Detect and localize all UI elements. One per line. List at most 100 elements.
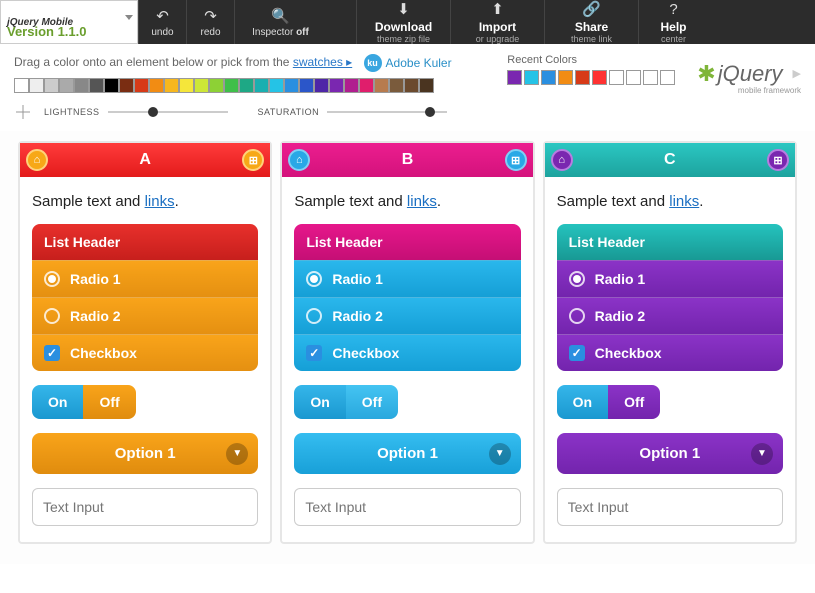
recent-swatch[interactable]: [575, 70, 590, 85]
version-selector[interactable]: jQuery Mobile Version 1.1.0: [0, 0, 138, 44]
list-header: List Header: [294, 224, 520, 260]
kuler-label: Adobe Kuler: [386, 56, 452, 70]
toggle-off[interactable]: Off: [83, 385, 135, 419]
hint-text: Drag a color onto an element below or pi…: [14, 54, 487, 72]
recent-swatch[interactable]: [592, 70, 607, 85]
checkbox-row[interactable]: ✓Checkbox: [557, 334, 783, 371]
swatch[interactable]: [254, 78, 269, 93]
swatch[interactable]: [44, 78, 59, 93]
slider-knob[interactable]: [148, 107, 158, 117]
share-button[interactable]: 🔗Sharetheme link: [544, 0, 638, 44]
recent-swatch[interactable]: [660, 70, 675, 85]
swatch[interactable]: [239, 78, 254, 93]
redo-label: redo: [200, 27, 220, 38]
swatch[interactable]: [59, 78, 74, 93]
radio-row-1[interactable]: Radio 1: [32, 260, 258, 297]
swatch[interactable]: [209, 78, 224, 93]
theme-header: ⌂C⊞: [545, 143, 795, 177]
swatch[interactable]: [404, 78, 419, 93]
sample-link[interactable]: links: [669, 193, 699, 210]
toggle[interactable]: OnOff: [557, 385, 661, 419]
swatch[interactable]: [419, 78, 434, 93]
radio-row-2[interactable]: Radio 2: [294, 297, 520, 334]
redo-button[interactable]: ↷redo: [186, 0, 234, 44]
recent-swatch[interactable]: [609, 70, 624, 85]
swatch[interactable]: [104, 78, 119, 93]
swatch[interactable]: [284, 78, 299, 93]
link-icon: 🔗: [582, 0, 601, 18]
toggle-off[interactable]: Off: [346, 385, 398, 419]
swatch[interactable]: [344, 78, 359, 93]
grid-icon[interactable]: ⊞: [505, 149, 527, 171]
swatch[interactable]: [224, 78, 239, 93]
toggle-on[interactable]: On: [32, 385, 83, 419]
chevron-down-icon: ▼: [226, 443, 248, 465]
swatch[interactable]: [179, 78, 194, 93]
text-input[interactable]: [557, 488, 783, 526]
sample-link[interactable]: links: [407, 193, 437, 210]
kuler-link[interactable]: kuAdobe Kuler: [364, 54, 452, 72]
download-button[interactable]: ⬇Downloadtheme zip file: [356, 0, 450, 44]
saturation-slider[interactable]: [327, 111, 447, 113]
swatch[interactable]: [149, 78, 164, 93]
checkbox-row[interactable]: ✓Checkbox: [32, 334, 258, 371]
home-icon[interactable]: ⌂: [551, 149, 573, 171]
home-icon[interactable]: ⌂: [288, 149, 310, 171]
home-icon[interactable]: ⌂: [26, 149, 48, 171]
import-button[interactable]: ⬆Importor upgrade: [450, 0, 544, 44]
select-option[interactable]: Option 1▼: [294, 433, 520, 474]
recent-swatch[interactable]: [507, 70, 522, 85]
swatch[interactable]: [269, 78, 284, 93]
recent-swatch[interactable]: [626, 70, 641, 85]
checkbox-icon: ✓: [44, 345, 60, 361]
toggle[interactable]: OnOff: [294, 385, 398, 419]
swatch[interactable]: [374, 78, 389, 93]
swatch[interactable]: [119, 78, 134, 93]
list-header: List Header: [557, 224, 783, 260]
sample-text: Sample text and links.: [32, 193, 258, 210]
select-option[interactable]: Option 1▼: [557, 433, 783, 474]
swatches-link[interactable]: swatches ▸: [293, 55, 352, 69]
sample-link[interactable]: links: [145, 193, 175, 210]
recent-swatch[interactable]: [524, 70, 539, 85]
recent-swatch[interactable]: [643, 70, 658, 85]
select-option[interactable]: Option 1▼: [32, 433, 258, 474]
radio-row-1[interactable]: Radio 1: [294, 260, 520, 297]
toggle-off[interactable]: Off: [608, 385, 660, 419]
radio-row-1[interactable]: Radio 1: [557, 260, 783, 297]
recent-swatch[interactable]: [541, 70, 556, 85]
swatch[interactable]: [14, 78, 29, 93]
undo-button[interactable]: ↶undo: [138, 0, 186, 44]
swatch[interactable]: [359, 78, 374, 93]
radio-icon: [569, 308, 585, 324]
help-button[interactable]: ?Helpcenter: [638, 0, 708, 44]
toggle-on[interactable]: On: [557, 385, 608, 419]
text-input[interactable]: [32, 488, 258, 526]
toggle[interactable]: OnOff: [32, 385, 136, 419]
radio-row-2[interactable]: Radio 2: [32, 297, 258, 334]
swatch[interactable]: [194, 78, 209, 93]
grid-icon[interactable]: ⊞: [767, 149, 789, 171]
text-input[interactable]: [294, 488, 520, 526]
checkbox-icon: ✓: [569, 345, 585, 361]
swatch[interactable]: [389, 78, 404, 93]
slider-knob[interactable]: [425, 107, 435, 117]
lightness-slider[interactable]: [108, 111, 228, 113]
swatch[interactable]: [74, 78, 89, 93]
grid-icon[interactable]: ⊞: [242, 149, 264, 171]
swatch[interactable]: [134, 78, 149, 93]
radio-row-2[interactable]: Radio 2: [557, 297, 783, 334]
checkbox-row[interactable]: ✓Checkbox: [294, 334, 520, 371]
swatch[interactable]: [164, 78, 179, 93]
swatch[interactable]: [314, 78, 329, 93]
swatch[interactable]: [299, 78, 314, 93]
swatch[interactable]: [89, 78, 104, 93]
recent-swatch[interactable]: [558, 70, 573, 85]
radio-icon: [44, 271, 60, 287]
swatch[interactable]: [29, 78, 44, 93]
theme-header: ⌂A⊞: [20, 143, 270, 177]
inspector-button[interactable]: 🔍Inspector off: [234, 0, 326, 44]
radio-icon: [44, 308, 60, 324]
toggle-on[interactable]: On: [294, 385, 345, 419]
swatch[interactable]: [329, 78, 344, 93]
